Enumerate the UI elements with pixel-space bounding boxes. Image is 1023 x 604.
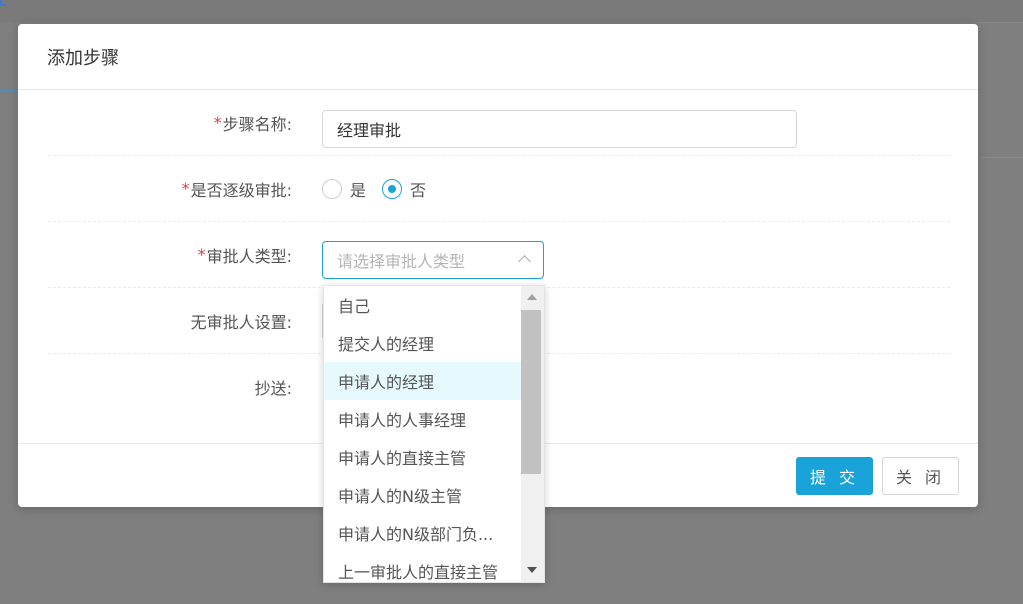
dropdown-option[interactable]: 申请人的N级主管 [324, 476, 522, 514]
chevron-up-icon [518, 255, 531, 268]
scrollbar-thumb[interactable] [521, 310, 541, 474]
approver-type-label: * 审批人类型: [197, 245, 292, 266]
dialog-header: 添加步骤 [18, 24, 978, 90]
backdrop-divider-right [978, 157, 1023, 158]
dropdown-option[interactable]: 申请人的N级部门负... [324, 514, 522, 552]
step-name-input[interactable]: 经理审批 [322, 110, 797, 148]
form-row-approver-type: * 审批人类型: 请选择审批人类型 [48, 222, 950, 288]
backdrop-corner-icon [0, 0, 6, 6]
dropdown-option[interactable]: 提交人的经理 [324, 324, 522, 362]
radio-circle-yes[interactable] [322, 178, 342, 199]
dropdown-option[interactable]: 上一审批人的直接主管 [324, 552, 522, 582]
radio-yes[interactable]: 是 [322, 177, 366, 201]
dropdown-option-highlighted[interactable]: 申请人的经理 [324, 362, 522, 400]
radio-no[interactable]: 否 [382, 177, 426, 201]
form-row-step-name: * 步骤名称: 经理审批 [48, 90, 950, 156]
scroll-up-arrow-icon[interactable] [527, 294, 537, 300]
required-mark: * [213, 113, 222, 132]
required-mark: * [197, 245, 206, 264]
radio-circle-no[interactable] [382, 178, 403, 199]
dropdown-list: 自己 提交人的经理 申请人的经理 申请人的人事经理 申请人的直接主管 申请人的N… [324, 286, 522, 582]
approver-type-dropdown: 自己 提交人的经理 申请人的经理 申请人的人事经理 申请人的直接主管 申请人的N… [323, 285, 545, 583]
dropdown-option[interactable]: 申请人的人事经理 [324, 400, 522, 438]
backdrop-top [0, 0, 1023, 22]
dropdown-option[interactable]: 自己 [324, 286, 522, 324]
submit-button[interactable]: 提 交 [796, 457, 873, 495]
level-approval-label: * 是否逐级审批: [181, 179, 292, 200]
form-row-level-approval: * 是否逐级审批: 是 否 [48, 156, 950, 222]
dropdown-scrollbar[interactable] [521, 286, 544, 582]
no-approver-label: 无审批人设置: [190, 312, 292, 332]
dialog-title: 添加步骤 [47, 47, 119, 69]
step-name-label: * 步骤名称: [213, 113, 292, 134]
level-approval-radio-group: 是 否 [322, 156, 442, 221]
close-button[interactable]: 关 闭 [882, 457, 959, 495]
backdrop-divider [0, 90, 18, 91]
scroll-down-arrow-icon[interactable] [527, 567, 537, 573]
backdrop-divider-right-top [978, 22, 1023, 23]
required-mark: * [181, 179, 190, 198]
approver-type-select[interactable]: 请选择审批人类型 [322, 241, 544, 279]
cc-label: 抄送: [254, 379, 292, 398]
dropdown-option[interactable]: 申请人的直接主管 [324, 438, 522, 476]
